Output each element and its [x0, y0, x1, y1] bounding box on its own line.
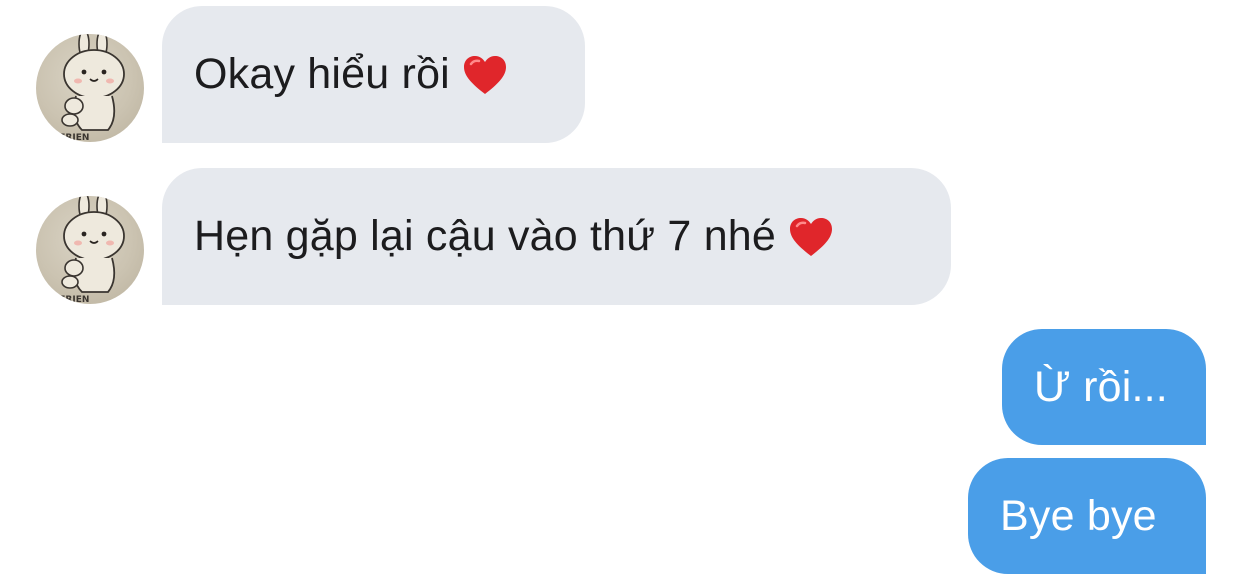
message-bubble-outgoing[interactable]: Ừ rồi...	[1002, 329, 1206, 445]
message-bubble-incoming[interactable]: Hẹn gặp lại cậu vào thứ 7 nhé	[162, 168, 951, 305]
contact-avatar[interactable]: E FRIEN	[36, 34, 144, 142]
heart-icon	[788, 216, 834, 258]
chat-thread: E FRIEN Okay hiểu rồi E FRIEN Hẹn gặp lạ…	[0, 0, 1242, 584]
message-text: Bye bye	[1000, 491, 1157, 540]
contact-avatar[interactable]: E FRIEN	[36, 196, 144, 304]
message-text: Okay hiểu rồi	[194, 50, 450, 98]
heart-icon	[462, 54, 508, 96]
svg-text:E FRIEN: E FRIEN	[50, 133, 89, 142]
message-bubble-incoming[interactable]: Okay hiểu rồi	[162, 6, 585, 143]
svg-text:E FRIEN: E FRIEN	[50, 295, 89, 304]
bunny-avatar-icon: E FRIEN	[50, 34, 125, 142]
message-text: Hẹn gặp lại cậu vào thứ 7 nhé	[194, 212, 777, 260]
message-text: Ừ rồi...	[1034, 362, 1168, 411]
bunny-avatar-icon: E FRIEN	[50, 196, 125, 304]
message-bubble-outgoing[interactable]: Bye bye	[968, 458, 1206, 574]
